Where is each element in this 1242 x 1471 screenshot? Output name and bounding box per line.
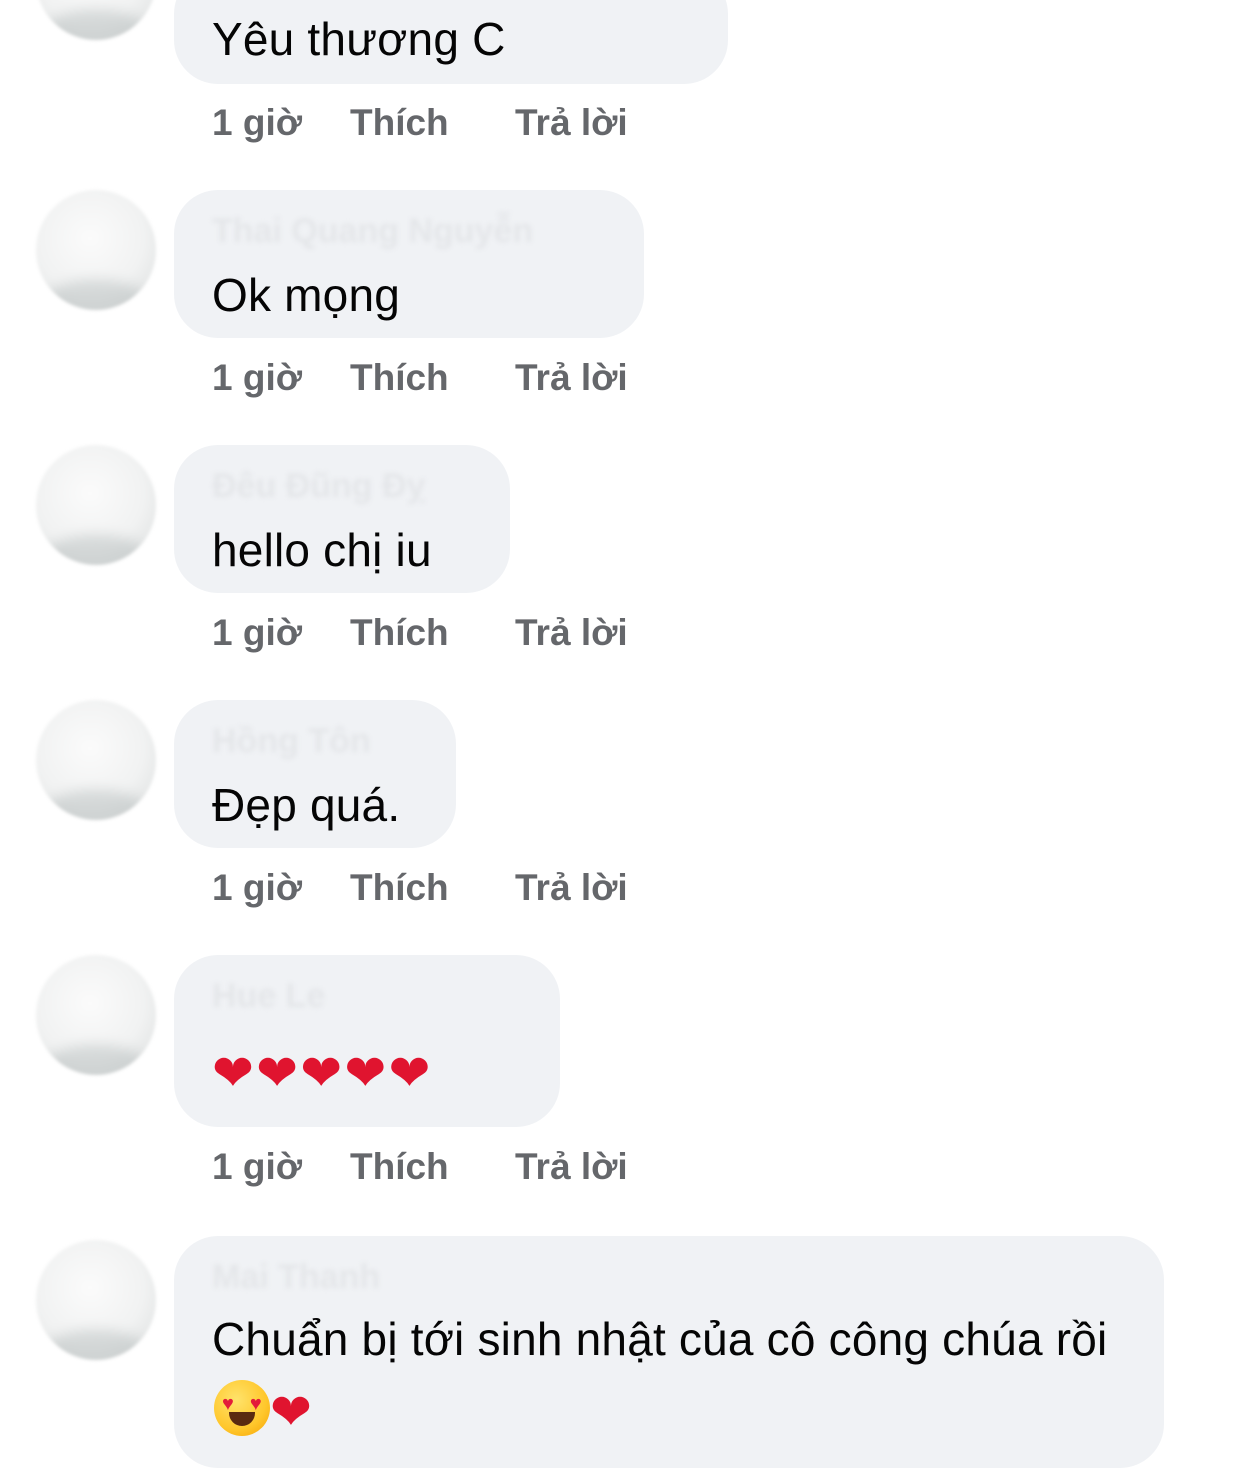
avatar[interactable] xyxy=(36,700,156,820)
comment-author[interactable]: Hue Le xyxy=(212,977,325,1016)
reply-button[interactable]: Trả lời xyxy=(515,867,628,909)
heart-emoji: ❤ xyxy=(270,1384,313,1440)
comment-text: Yêu thương C xyxy=(212,13,506,65)
comment-time: 1 giờ xyxy=(212,102,303,143)
comment-bubble[interactable]: Thai Quang Nguyễn Ok mọng xyxy=(174,190,644,338)
heart-emoji: ❤ xyxy=(212,1045,255,1101)
heart-eyes-emoji: ♥ ♥ xyxy=(214,1380,270,1436)
heart-emoji: ❤ xyxy=(388,1045,431,1101)
comment-bubble[interactable]: Yêu thương C xyxy=(174,0,728,84)
like-button[interactable]: Thích xyxy=(350,102,449,144)
comment-text-body: Chuẩn bị tới sinh nhật của cô công chúa … xyxy=(212,1313,1108,1365)
avatar[interactable] xyxy=(36,1240,156,1360)
comment-time: 1 giờ xyxy=(212,612,303,653)
heart-emoji: ❤ xyxy=(256,1045,299,1101)
comment-time: 1 giờ xyxy=(212,357,303,398)
heart-emoji: ❤ xyxy=(300,1045,343,1101)
like-button[interactable]: Thích xyxy=(350,612,449,654)
comment-author[interactable]: Thai Quang Nguyễn xyxy=(212,212,533,251)
comment-bubble[interactable]: Đêu Đũng Đỵ hello chị iu xyxy=(174,445,510,593)
like-button[interactable]: Thích xyxy=(350,867,449,909)
reply-button[interactable]: Trả lời xyxy=(515,102,628,144)
comment-time: 1 giờ xyxy=(212,1146,303,1187)
like-button[interactable]: Thích xyxy=(350,1146,449,1188)
like-button[interactable]: Thích xyxy=(350,357,449,399)
comment-time: 1 giờ xyxy=(212,867,303,908)
avatar[interactable] xyxy=(36,445,156,565)
reply-button[interactable]: Trả lời xyxy=(515,612,628,654)
reply-button[interactable]: Trả lời xyxy=(515,1146,628,1188)
heart-emoji: ❤ xyxy=(344,1045,387,1101)
comment-bubble[interactable]: Hue Le ❤❤❤❤❤ xyxy=(174,955,560,1127)
comment-text: Chuẩn bị tới sinh nhật của cô công chúa … xyxy=(212,1304,1130,1445)
comment-text: Ok mọng xyxy=(212,269,401,321)
reply-button[interactable]: Trả lời xyxy=(515,357,628,399)
comment-author[interactable]: Hồng Tôn xyxy=(212,722,371,761)
comment-text: Đẹp quá. xyxy=(212,779,401,831)
avatar[interactable] xyxy=(36,955,156,1075)
comment-text: ❤❤❤❤❤ xyxy=(212,1041,433,1101)
avatar[interactable] xyxy=(36,190,156,310)
comment-bubble[interactable]: Hồng Tôn Đẹp quá. xyxy=(174,700,456,848)
comment-author[interactable]: Đêu Đũng Đỵ xyxy=(212,467,425,506)
comment-bubble[interactable]: Mai Thanh Chuẩn bị tới sinh nhật của cô … xyxy=(174,1236,1164,1468)
comment-author[interactable]: Mai Thanh xyxy=(212,1258,380,1297)
comment-text: hello chị iu xyxy=(212,524,432,576)
avatar[interactable] xyxy=(36,0,156,40)
